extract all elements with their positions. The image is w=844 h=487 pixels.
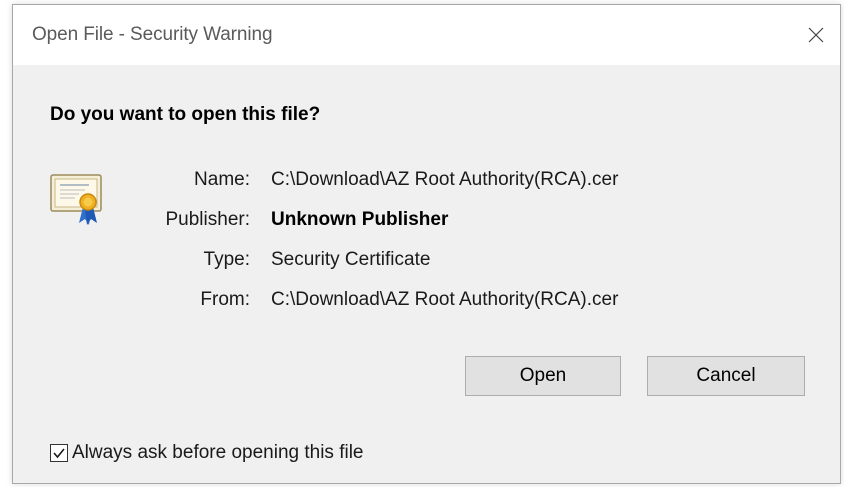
field-type: Type: Security Certificate [13, 249, 813, 275]
open-button[interactable]: Open [465, 356, 621, 396]
field-label: Name: [194, 169, 250, 190]
security-warning-dialog: Open File - Security Warning Do you want… [12, 4, 841, 484]
close-button[interactable] [792, 5, 840, 65]
field-label: Type: [203, 249, 250, 270]
field-from: From: C:\Download\AZ Root Authority(RCA)… [13, 289, 813, 315]
field-label: From: [200, 289, 250, 310]
field-name: Name: C:\Download\AZ Root Authority(RCA)… [13, 169, 813, 195]
close-icon [808, 27, 824, 43]
cancel-button[interactable]: Cancel [647, 356, 805, 396]
publisher-value[interactable]: Unknown Publisher [271, 209, 448, 231]
type-value: Security Certificate [271, 249, 431, 270]
dialog-question: Do you want to open this file? [50, 104, 321, 125]
checkbox-box[interactable] [50, 444, 68, 462]
always-ask-checkbox[interactable]: Always ask before opening this file [50, 442, 364, 464]
title-bar[interactable]: Open File - Security Warning [13, 5, 840, 65]
from-value: C:\Download\AZ Root Authority(RCA).cer [271, 289, 619, 310]
field-label: Publisher: [165, 209, 251, 230]
checkbox-label[interactable]: Always ask before opening this file [72, 442, 364, 464]
file-name-value: C:\Download\AZ Root Authority(RCA).cer [271, 169, 619, 190]
checkmark-icon [53, 448, 65, 459]
window-title: Open File - Security Warning [32, 24, 273, 45]
field-publisher: Publisher: Unknown Publisher [13, 209, 813, 235]
